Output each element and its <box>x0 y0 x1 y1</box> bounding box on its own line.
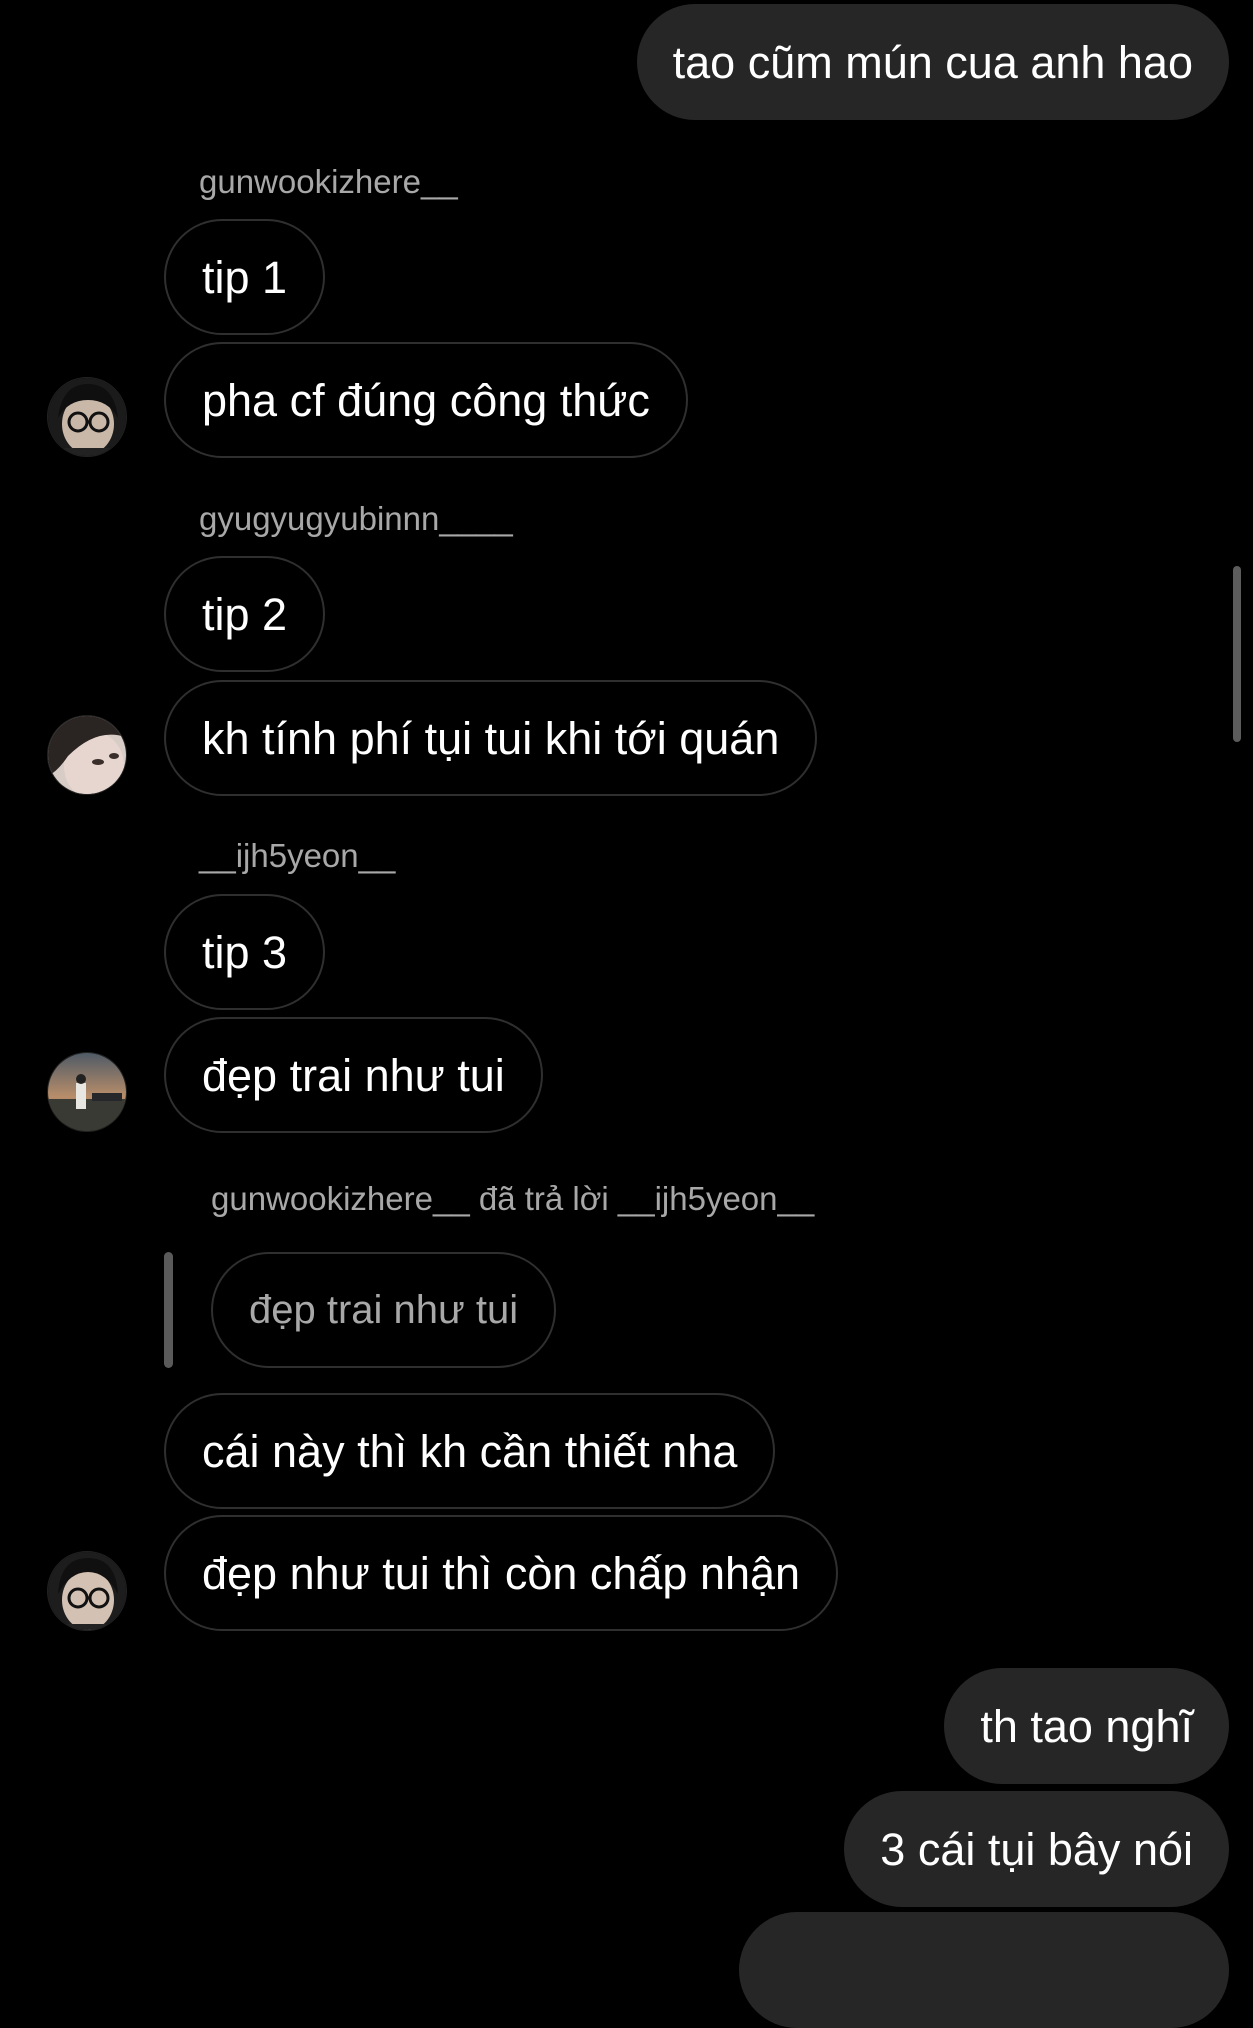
sender-username[interactable]: __ijh5yeon__ <box>199 839 395 872</box>
message-text: tip 2 <box>202 588 288 640</box>
message-text: kh tính phí tụi tui khi tới quán <box>202 712 780 764</box>
user-avatar[interactable] <box>47 377 127 457</box>
received-message[interactable]: tip 1 <box>164 219 326 335</box>
sent-message[interactable]: 3 cái tụi bây nói <box>844 1791 1229 1907</box>
sender-username[interactable]: gyugyugyubinnn____ <box>199 502 513 535</box>
profile-photo-glasses-icon <box>48 378 126 456</box>
sender-username[interactable]: gunwookizhere__ <box>199 165 458 198</box>
sent-message[interactable]: tao cũm mún cua anh hao <box>636 4 1229 120</box>
message-text: cái này thì kh cần thiết nha <box>202 1425 738 1477</box>
received-message[interactable]: pha cf đúng công thức <box>164 342 688 458</box>
sent-message[interactable] <box>739 1912 1229 2028</box>
user-avatar[interactable] <box>47 1052 127 1132</box>
message-text: 3 cái tụi bây nói <box>880 1823 1193 1875</box>
message-text: đẹp trai như tui <box>202 1049 505 1101</box>
reply-context-label[interactable]: gunwookizhere__ đã trả lời __ijh5yeon__ <box>211 1182 814 1215</box>
user-avatar[interactable] <box>47 1551 127 1631</box>
received-message[interactable]: kh tính phí tụi tui khi tới quán <box>164 680 818 796</box>
sent-message[interactable]: th tao nghĩ <box>944 1668 1229 1784</box>
profile-photo-face-icon <box>48 716 126 794</box>
received-message[interactable]: tip 2 <box>164 556 326 672</box>
received-message[interactable]: cái này thì kh cần thiết nha <box>164 1393 776 1509</box>
message-text: th tao nghĩ <box>980 1700 1193 1752</box>
reply-indicator-bar <box>164 1252 173 1368</box>
quoted-text: đẹp trai như tui <box>249 1288 519 1332</box>
quoted-message[interactable]: đẹp trai như tui <box>211 1252 557 1368</box>
user-avatar[interactable] <box>47 715 127 795</box>
profile-photo-sunset-icon <box>48 1053 126 1131</box>
message-text: tip 1 <box>202 251 288 303</box>
received-message[interactable]: đẹp trai như tui <box>164 1017 543 1133</box>
profile-photo-glasses-icon <box>48 1552 126 1630</box>
message-text: tip 3 <box>202 926 288 978</box>
message-text: tao cũm mún cua anh hao <box>672 36 1193 88</box>
received-message[interactable]: tip 3 <box>164 894 326 1010</box>
scrollbar[interactable] <box>1233 566 1241 742</box>
message-text: đẹp như tui thì còn chấp nhận <box>202 1547 801 1599</box>
message-text: pha cf đúng công thức <box>202 374 650 426</box>
received-message[interactable]: đẹp như tui thì còn chấp nhận <box>164 1515 839 1631</box>
message-thread[interactable]: tao cũm mún cua anh hao gunwookizhere__ … <box>0 0 1253 2028</box>
